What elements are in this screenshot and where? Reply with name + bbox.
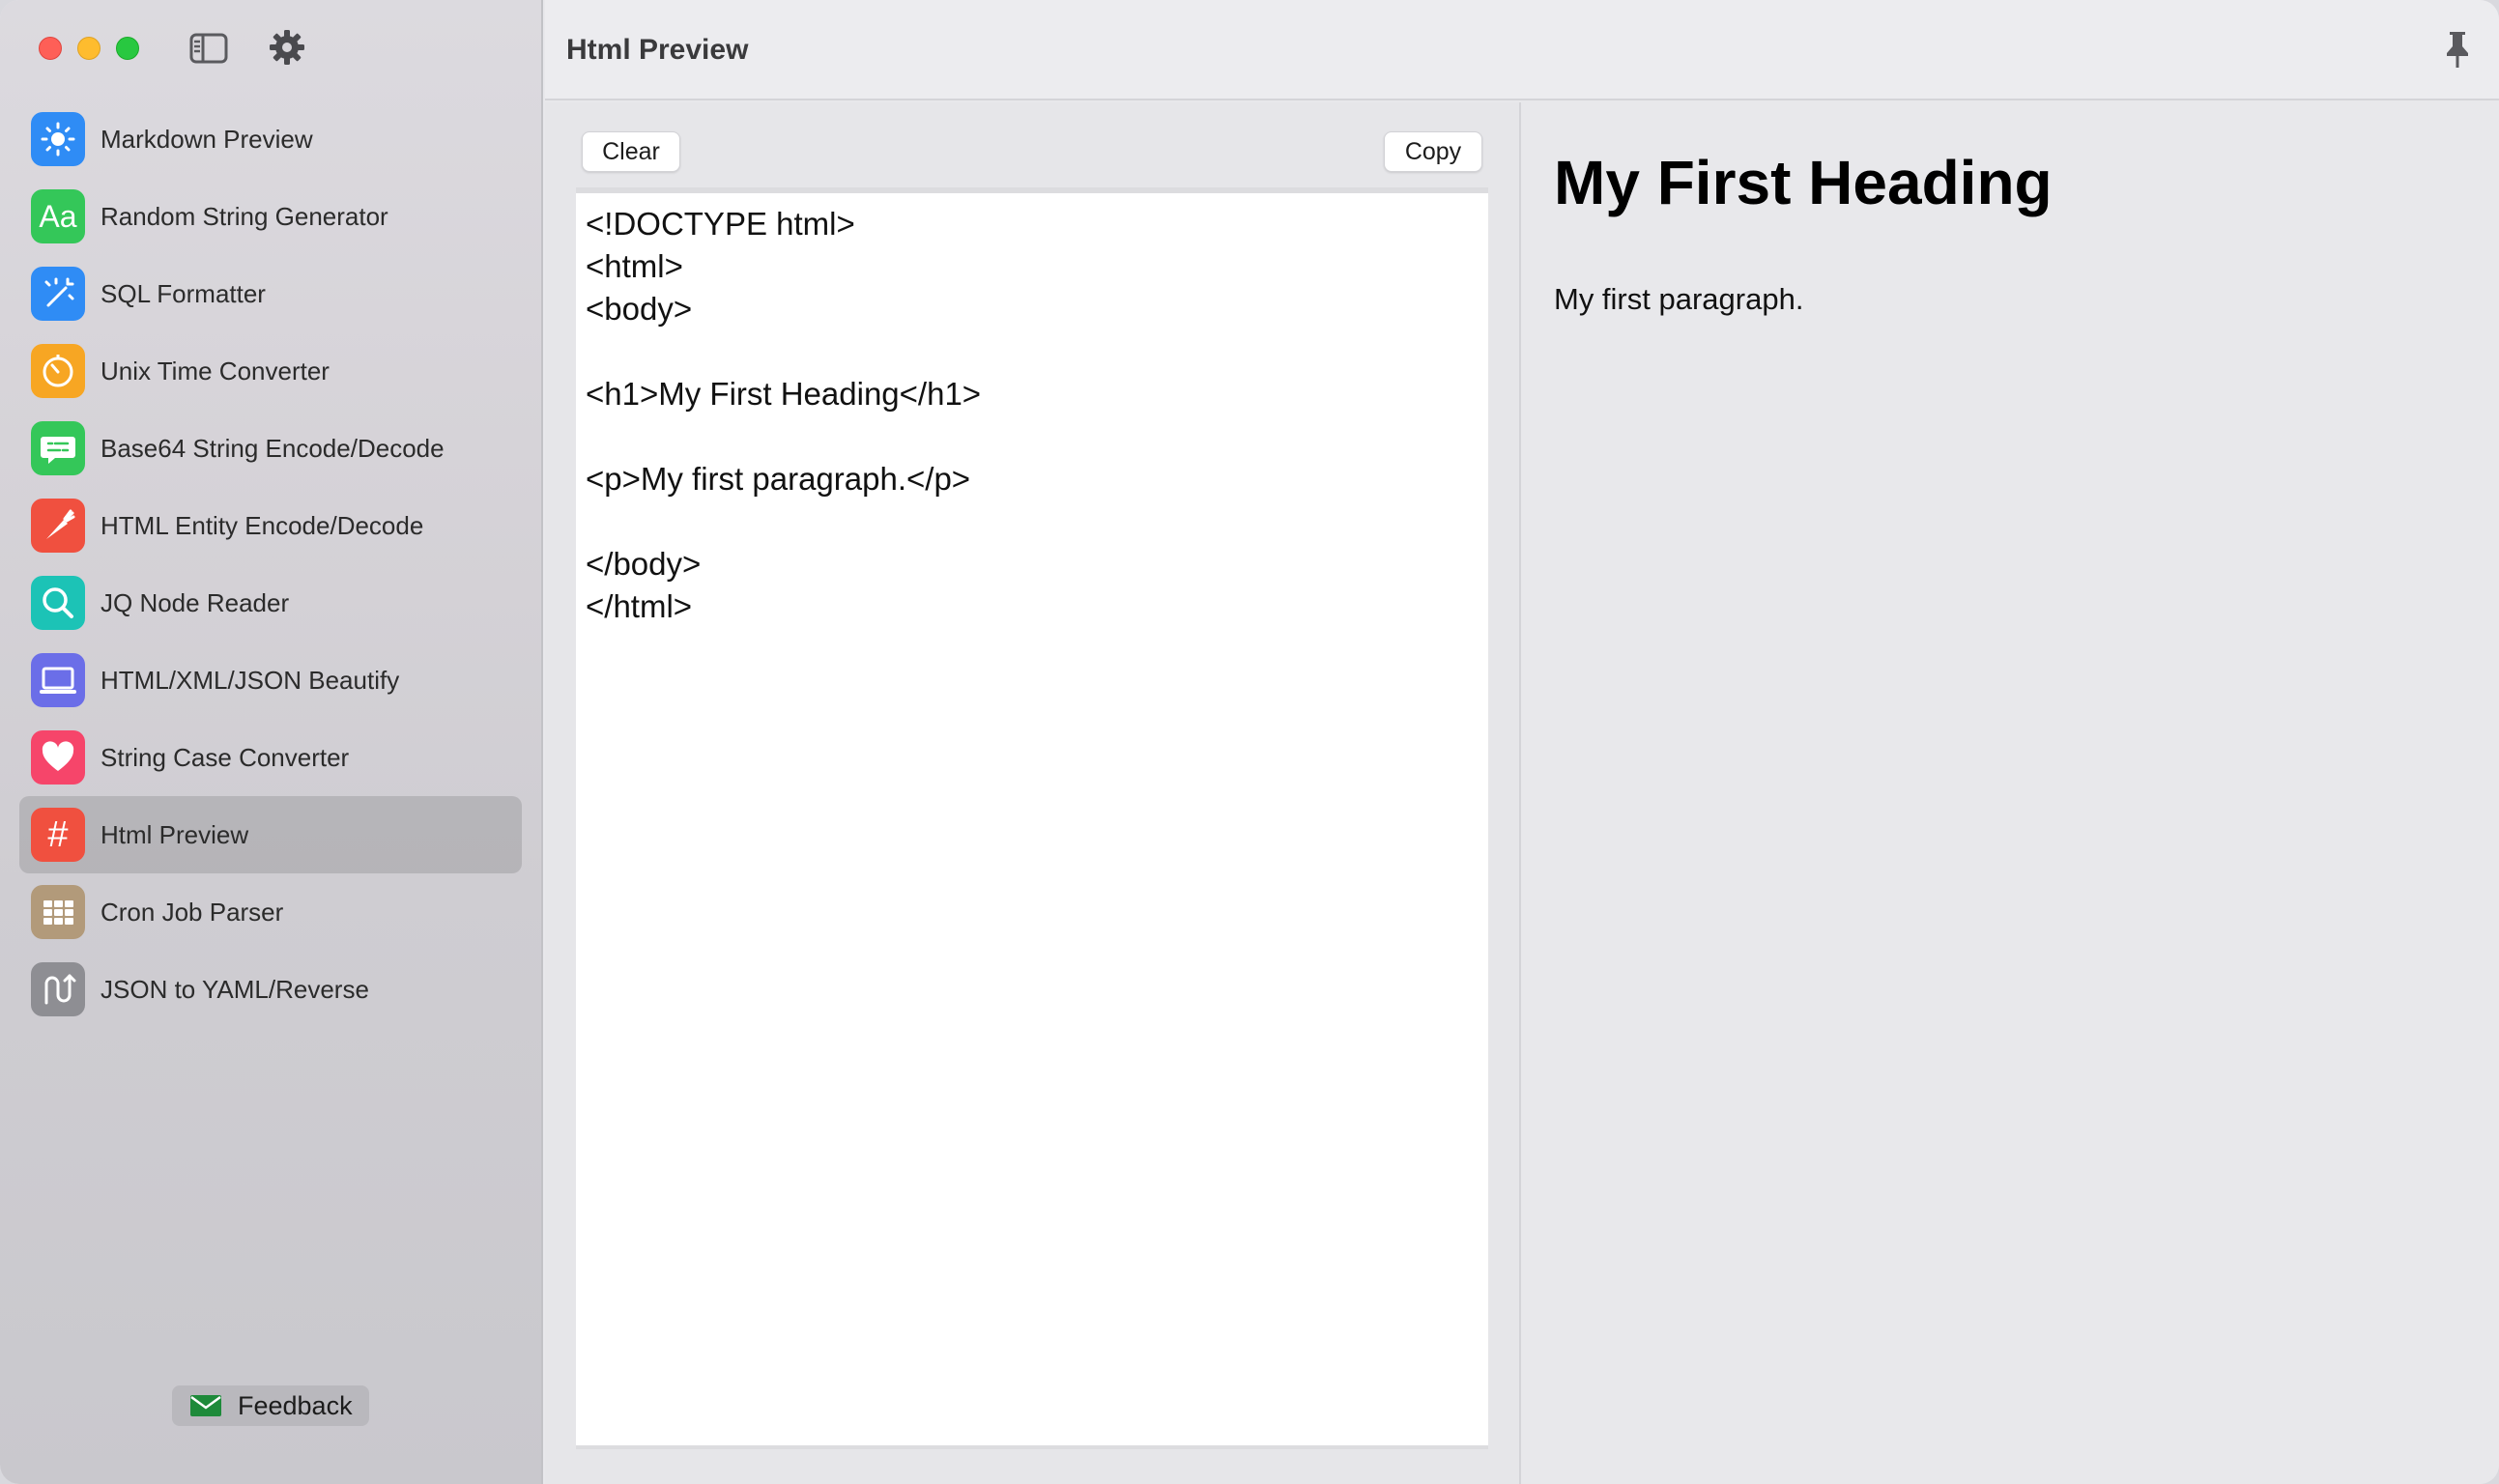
sidebar-item-label: SQL Formatter	[101, 279, 266, 308]
message-icon	[31, 421, 85, 475]
zoom-window-button[interactable]	[116, 37, 139, 60]
magnifier-icon	[31, 576, 85, 630]
sidebar-item-label: JQ Node Reader	[101, 588, 290, 617]
sidebar-item-label: Cron Job Parser	[101, 898, 284, 927]
app-window: Markdown Preview Aa Random String Genera…	[0, 0, 2499, 1484]
feedback-label: Feedback	[238, 1391, 353, 1420]
grid-icon	[31, 885, 85, 939]
code-line: <body>	[586, 291, 693, 327]
sidebar-item-jq-node-reader[interactable]: JQ Node Reader	[19, 564, 522, 642]
code-line: </html>	[586, 588, 693, 624]
code-line: <h1>My First Heading</h1>	[586, 376, 982, 412]
gear-icon[interactable]	[269, 29, 305, 66]
sidebar-item-markdown-preview[interactable]: Markdown Preview	[19, 100, 522, 178]
sidebar-item-html-preview[interactable]: # Html Preview	[19, 796, 522, 873]
minimize-window-button[interactable]	[77, 37, 101, 60]
code-line: </body>	[586, 546, 702, 582]
sidebar-item-random-string-generator[interactable]: Aa Random String Generator	[19, 178, 522, 255]
hashtag-icon: #	[31, 808, 85, 862]
sidebar-item-base64-encode-decode[interactable]: Base64 String Encode/Decode	[19, 410, 522, 487]
carrot-icon	[31, 499, 85, 553]
sidebar-item-label: Random String Generator	[101, 202, 388, 231]
sidebar-item-label: String Case Converter	[101, 743, 350, 772]
copy-button[interactable]: Copy	[1384, 131, 1482, 172]
sidebar-item-unix-time-converter[interactable]: Unix Time Converter	[19, 332, 522, 410]
sun-icon	[31, 112, 85, 166]
clear-button[interactable]: Clear	[582, 131, 680, 172]
sidebar-item-cron-job-parser[interactable]: Cron Job Parser	[19, 873, 522, 951]
text-aa-icon: Aa	[31, 189, 85, 243]
html-source-editor[interactable]: <!DOCTYPE html> <html> <body> <h1>My Fir…	[576, 187, 1488, 1449]
sidebar-item-label: Base64 String Encode/Decode	[101, 434, 445, 463]
sidebar-item-label: Html Preview	[101, 820, 249, 849]
close-window-button[interactable]	[39, 37, 62, 60]
preview-paragraph: My first paragraph.	[1554, 282, 1804, 316]
sidebar-item-html-xml-json-beautify[interactable]: HTML/XML/JSON Beautify	[19, 642, 522, 719]
toolbar: Html Preview	[545, 0, 2499, 100]
timer-icon	[31, 344, 85, 398]
swap-arrows-icon	[31, 962, 85, 1016]
sidebar-item-sql-formatter[interactable]: SQL Formatter	[19, 255, 522, 332]
sidebar: Markdown Preview Aa Random String Genera…	[0, 0, 543, 1484]
sidebar-item-label: Markdown Preview	[101, 125, 313, 154]
sidebar-item-string-case-converter[interactable]: String Case Converter	[19, 719, 522, 796]
page-title: Html Preview	[566, 34, 749, 66]
envelope-icon	[190, 1395, 221, 1416]
code-line: <p>My first paragraph.</p>	[586, 461, 971, 497]
sidebar-item-html-entity-encode-decode[interactable]: HTML Entity Encode/Decode	[19, 487, 522, 564]
sidebar-item-label: HTML/XML/JSON Beautify	[101, 666, 400, 695]
sidebar-item-label: HTML Entity Encode/Decode	[101, 511, 424, 540]
code-line: <html>	[586, 248, 683, 284]
preview-heading: My First Heading	[1554, 148, 2053, 217]
preview-pane: My First Heading My first paragraph.	[1523, 102, 2499, 1484]
sidebar-toggle-icon[interactable]	[189, 33, 228, 64]
code-line: <!DOCTYPE html>	[586, 206, 855, 242]
editor-pane: Clear Copy <!DOCTYPE html> <html> <body>…	[545, 102, 1521, 1484]
sidebar-item-label: JSON to YAML/Reverse	[101, 975, 369, 1004]
feedback-button[interactable]: Feedback	[172, 1385, 369, 1426]
sidebar-nav: Markdown Preview Aa Random String Genera…	[19, 100, 522, 1028]
magic-wand-icon	[31, 267, 85, 321]
laptop-icon	[31, 653, 85, 707]
pin-icon[interactable]	[2441, 29, 2474, 70]
heart-icon	[31, 730, 85, 785]
sidebar-item-label: Unix Time Converter	[101, 357, 330, 385]
sidebar-item-json-to-yaml[interactable]: JSON to YAML/Reverse	[19, 951, 522, 1028]
